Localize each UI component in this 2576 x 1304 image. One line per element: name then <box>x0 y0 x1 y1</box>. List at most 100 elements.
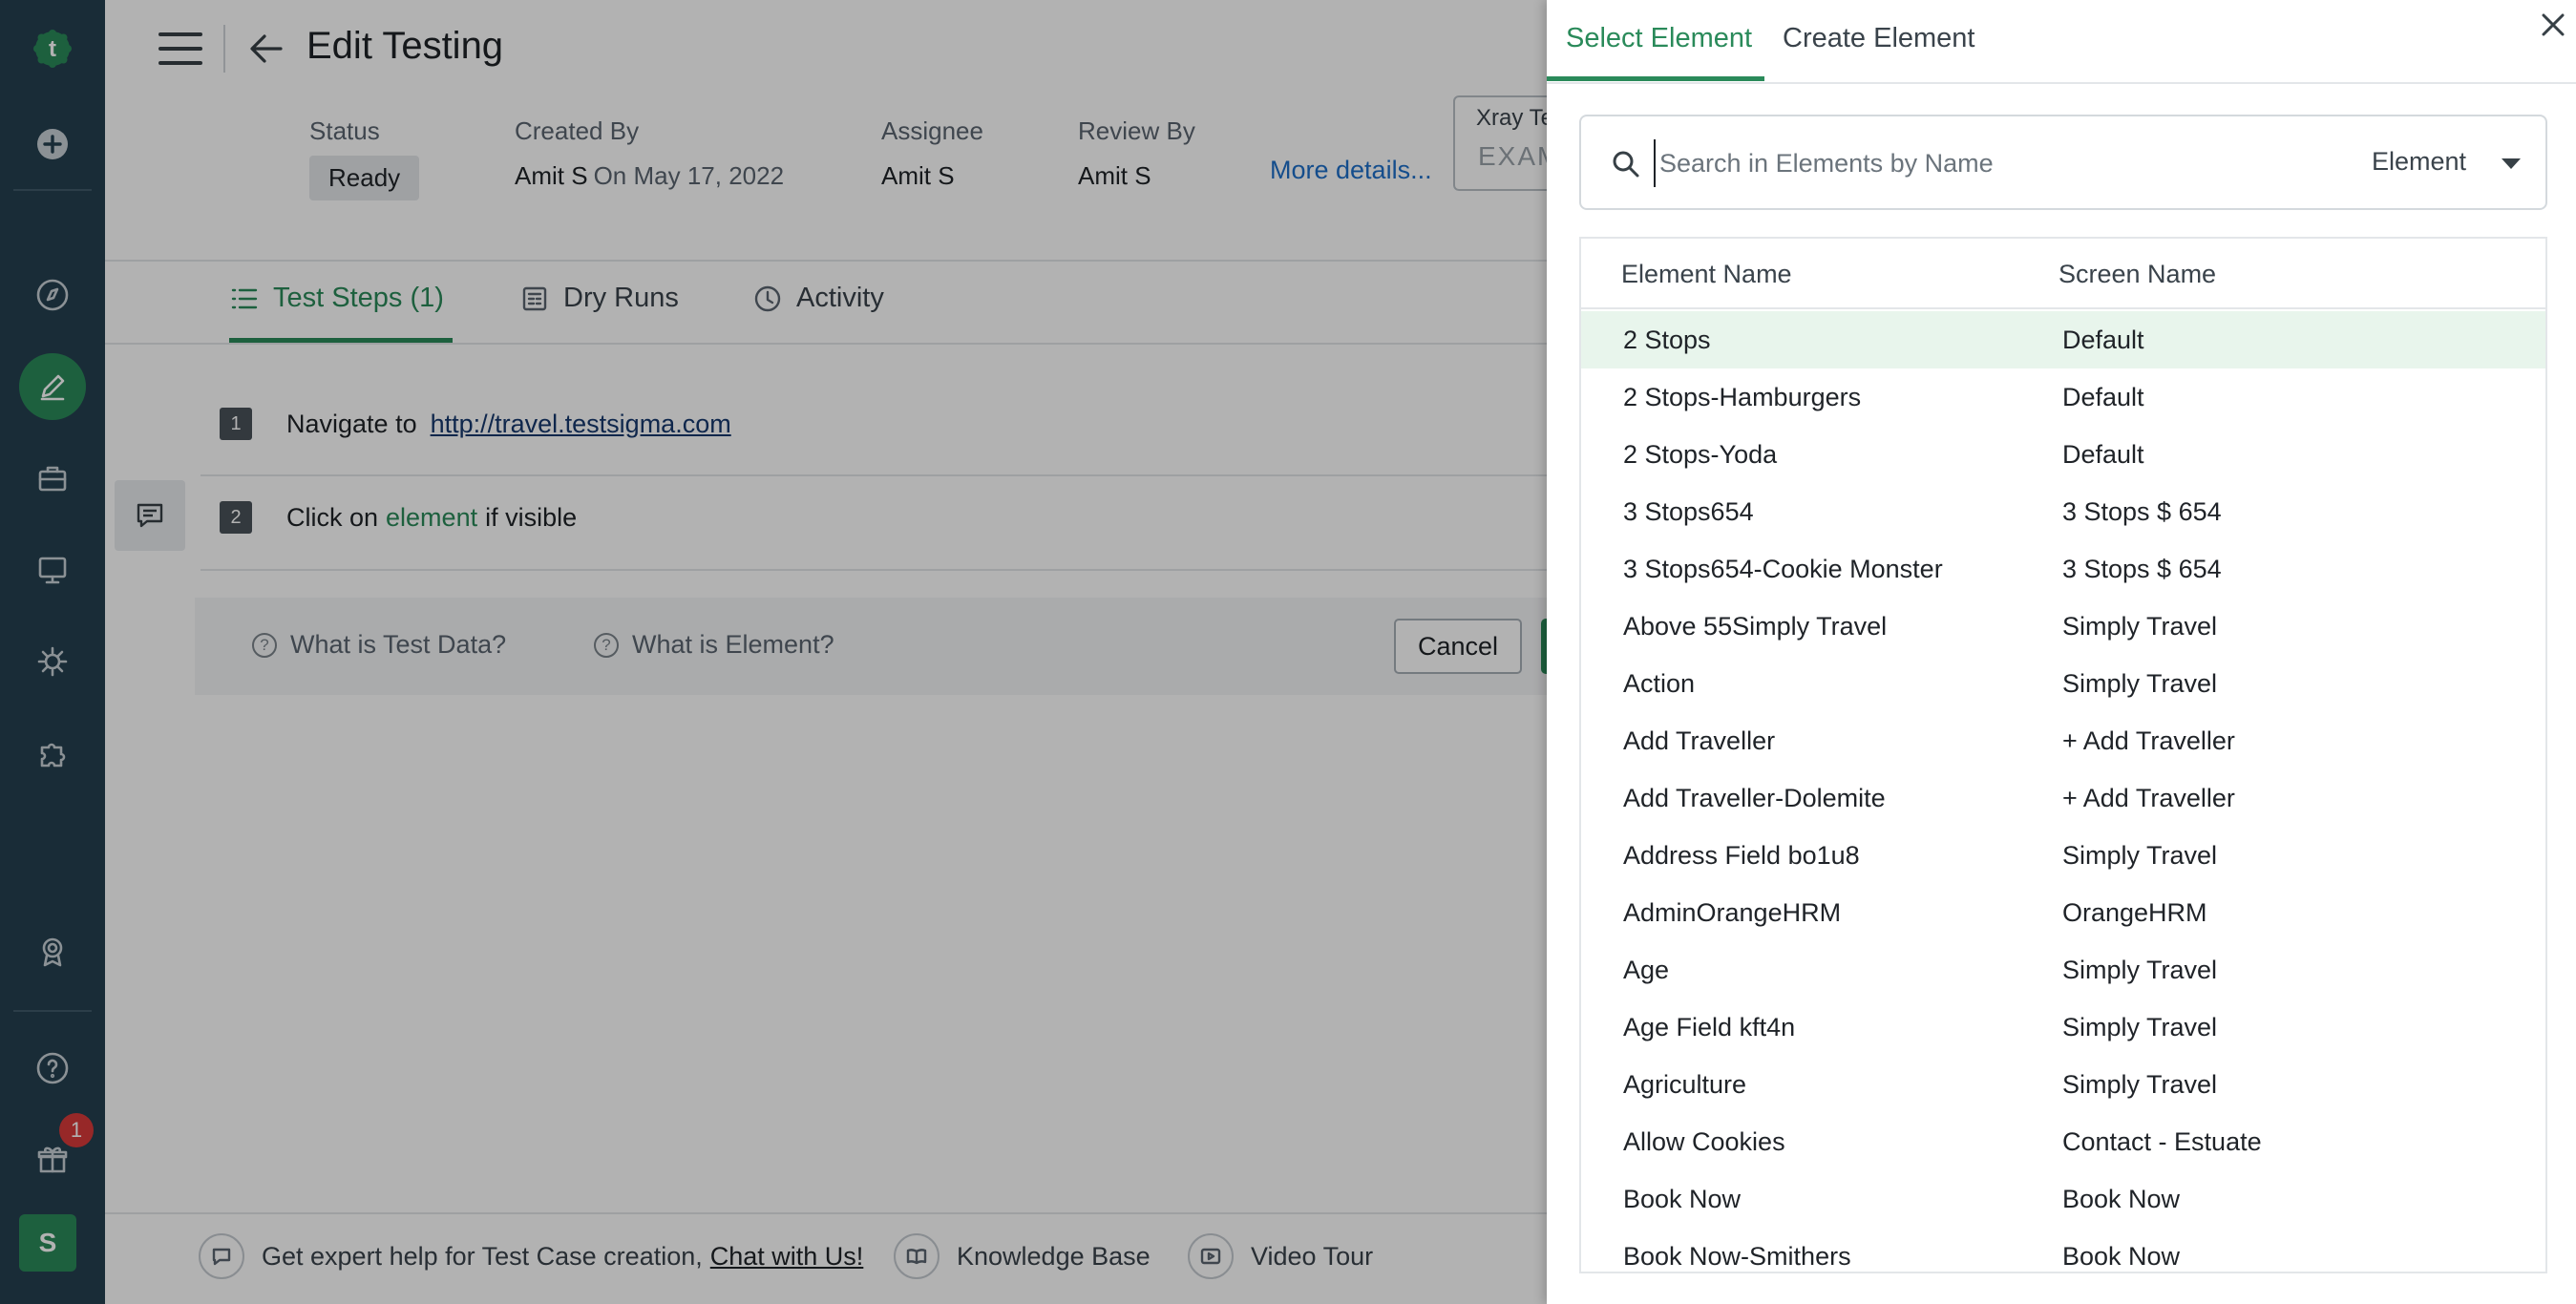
screen-name-cell: OrangeHRM <box>2062 898 2207 927</box>
table-row[interactable]: Book Now Book Now <box>1581 1170 2545 1228</box>
element-name-cell: Add Traveller-Dolemite <box>1623 784 1886 812</box>
notification-badge: 1 <box>59 1113 94 1147</box>
table-row[interactable]: Allow Cookies Contact - Estuate <box>1581 1113 2545 1170</box>
element-name-cell: AdminOrangeHRM <box>1623 898 1842 927</box>
testsigma-logo-icon[interactable]: t <box>19 15 86 82</box>
video-tour-link[interactable]: Video Tour <box>1188 1233 1373 1279</box>
table-row[interactable]: Book Now-Smithers Book Now <box>1581 1228 2545 1272</box>
element-name-cell: Book Now-Smithers <box>1623 1242 1851 1271</box>
monitor-icon[interactable] <box>19 536 86 603</box>
table-row[interactable]: Add Traveller-Dolemite + Add Traveller <box>1581 769 2545 827</box>
review-by-value[interactable]: Amit S <box>1078 161 1195 191</box>
comment-icon <box>137 503 163 528</box>
table-row[interactable]: Address Field bo1u8 Simply Travel <box>1581 827 2545 884</box>
award-icon[interactable] <box>19 918 86 985</box>
user-avatar[interactable]: S <box>19 1214 76 1272</box>
table-row[interactable]: 2 Stops-Yoda Default <box>1581 426 2545 483</box>
chevron-down-icon[interactable] <box>2502 158 2521 169</box>
element-name-cell: Allow Cookies <box>1623 1127 1785 1156</box>
created-on-date: On May 17, 2022 <box>593 161 785 190</box>
back-arrow-icon[interactable] <box>244 27 288 71</box>
element-name-cell: 2 Stops <box>1623 326 1711 354</box>
screen-name-cell: Simply Travel <box>2062 841 2218 870</box>
screen-name-cell: Default <box>2062 383 2144 411</box>
step-divider <box>201 569 1652 571</box>
table-row[interactable]: Add Traveller + Add Traveller <box>1581 712 2545 769</box>
dry-runs-icon <box>522 286 547 310</box>
knowledge-base-link[interactable]: Knowledge Base <box>894 1233 1151 1279</box>
cancel-button[interactable]: Cancel <box>1394 619 1522 674</box>
step-url-link[interactable]: http://travel.testsigma.com <box>431 410 731 439</box>
element-name-cell: Book Now <box>1623 1185 1742 1213</box>
settings-bug-icon[interactable] <box>19 628 86 695</box>
screen-name-cell: + Add Traveller <box>2062 784 2235 812</box>
what-is-element-link[interactable]: ? What is Element? <box>594 630 834 660</box>
screen-name-cell: Simply Travel <box>2062 1070 2218 1099</box>
element-name-cell: Agriculture <box>1623 1070 1747 1099</box>
svg-text:t: t <box>49 36 56 62</box>
element-filter-dropdown[interactable]: Element <box>2372 147 2466 177</box>
more-details-link[interactable]: More details... <box>1270 156 1432 185</box>
element-name-cell: Address Field bo1u8 <box>1623 841 1860 870</box>
table-row[interactable]: Action Simply Travel <box>1581 655 2545 712</box>
screen-name-cell: Book Now <box>2062 1242 2181 1271</box>
step-text-before: Click on <box>286 502 379 532</box>
assignee-label: Assignee <box>881 116 983 145</box>
table-row[interactable]: Agriculture Simply Travel <box>1581 1056 2545 1113</box>
tab-test-steps[interactable]: Test Steps (1) <box>229 283 444 314</box>
comment-button[interactable] <box>115 480 185 551</box>
hamburger-menu-icon[interactable] <box>158 27 202 71</box>
search-input[interactable] <box>1654 139 2322 187</box>
knowledge-base-label: Knowledge Base <box>957 1241 1151 1271</box>
table-row[interactable]: 3 Stops654-Cookie Monster 3 Stops $ 654 <box>1581 540 2545 598</box>
left-rail: t 1 S <box>0 0 105 1304</box>
test-step-1[interactable]: 1 Navigate to http://travel.testsigma.co… <box>201 377 1652 471</box>
step-text: Navigate to <box>286 409 417 438</box>
element-name-cell: 3 Stops654-Cookie Monster <box>1623 555 1943 583</box>
table-row[interactable]: 3 Stops654 3 Stops $ 654 <box>1581 483 2545 540</box>
table-body: 2 Stops Default 2 Stops-Hamburgers Default 2… <box>1581 311 2545 1272</box>
screen-name-cell: Simply Travel <box>2062 956 2218 984</box>
briefcase-icon[interactable] <box>19 445 86 512</box>
element-name-cell: Age Field kft4n <box>1623 1013 1796 1041</box>
rail-divider <box>13 189 92 191</box>
column-header-screen-name: Screen Name <box>2059 260 2217 288</box>
panel-tabs-separator <box>1547 82 2576 84</box>
element-name-cell: Age <box>1623 956 1670 984</box>
test-step-2[interactable]: 2 Click on element if visible <box>201 471 1652 564</box>
screen-name-cell: Default <box>2062 440 2144 469</box>
table-row[interactable]: 2 Stops Default <box>1581 311 2545 368</box>
test-development-icon[interactable] <box>19 353 86 420</box>
step-element-placeholder[interactable]: element <box>386 503 477 533</box>
table-row[interactable]: Age Field kft4n Simply Travel <box>1581 999 2545 1056</box>
what-is-test-data-link[interactable]: ? What is Test Data? <box>252 630 506 660</box>
table-row[interactable]: Above 55Simply Travel Simply Travel <box>1581 598 2545 655</box>
screen-name-cell: Simply Travel <box>2062 669 2218 698</box>
table-row[interactable]: 2 Stops-Hamburgers Default <box>1581 368 2545 426</box>
tab-dry-runs[interactable]: Dry Runs <box>519 283 679 314</box>
status-badge[interactable]: Ready <box>309 156 420 200</box>
question-icon: ? <box>252 632 277 658</box>
element-name-cell: Above 55Simply Travel <box>1623 612 1888 641</box>
chat-with-us-link[interactable]: Chat with Us! <box>710 1242 864 1271</box>
tab-select-element[interactable]: Select Element <box>1566 23 1752 54</box>
close-icon[interactable] <box>2536 8 2570 42</box>
help-icon[interactable] <box>19 1035 86 1102</box>
select-element-panel: Select Element Create Element Element El… <box>1547 0 2576 1304</box>
what-is-test-data-label: What is Test Data? <box>290 630 507 659</box>
element-name-cell: Add Traveller <box>1623 726 1776 755</box>
review-by-label: Review By <box>1078 116 1195 145</box>
table-row[interactable]: AdminOrangeHRM OrangeHRM <box>1581 884 2545 941</box>
element-name-cell: 2 Stops-Hamburgers <box>1623 383 1862 411</box>
rail-divider <box>13 1010 92 1012</box>
element-name-cell: Action <box>1623 669 1696 698</box>
assignee-value[interactable]: Amit S <box>881 161 983 191</box>
tab-create-element[interactable]: Create Element <box>1783 23 1975 54</box>
puzzle-addons-icon[interactable] <box>19 720 86 787</box>
tab-test-steps-label: Test Steps (1) <box>273 283 444 313</box>
tab-activity[interactable]: Activity <box>752 283 884 314</box>
table-row[interactable]: Age Simply Travel <box>1581 941 2545 999</box>
add-new-icon[interactable] <box>19 111 86 178</box>
dashboard-icon[interactable] <box>19 262 86 328</box>
step-number: 1 <box>220 408 252 440</box>
